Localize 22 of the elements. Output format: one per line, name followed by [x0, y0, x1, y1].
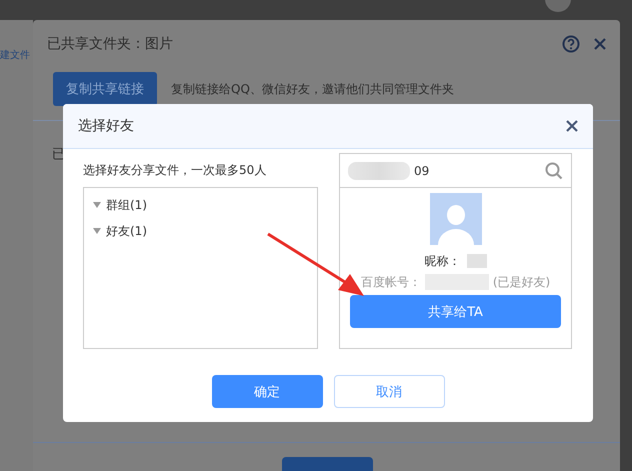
copy-link-button[interactable]: 复制共享链接 [53, 72, 157, 106]
search-field[interactable]: 09 [340, 154, 571, 188]
blurred-text [348, 162, 410, 180]
close-icon[interactable] [594, 38, 606, 50]
help-icon[interactable] [562, 35, 580, 53]
avatar-silhouette [430, 193, 482, 245]
friend-status: (已是好友) [492, 274, 550, 290]
tree-node[interactable]: 群组(1) [92, 192, 309, 218]
new-folder-link[interactable]: 建文件 [0, 48, 30, 62]
close-button[interactable] [566, 120, 578, 132]
blurred-text [466, 254, 486, 268]
search-icon[interactable] [545, 162, 563, 180]
dialog-title: 选择好友 [78, 117, 135, 135]
cancel-button[interactable]: 取消 [334, 375, 444, 408]
nickname-label: 昵称： [424, 252, 460, 270]
account-label: 百度帐号： [360, 274, 421, 290]
share-button[interactable]: 共享给TA [350, 295, 561, 328]
dialog-title: 已共享文件夹：图片 [47, 35, 174, 53]
description-text: 复制链接给QQ、微信好友，邀请他们共同管理文件夹 [171, 80, 454, 98]
confirm-button[interactable]: 确定 [212, 375, 322, 408]
tree-node[interactable]: 好友(1) [92, 218, 309, 244]
hint-text: 选择好友分享文件，一次最多50人 [83, 162, 268, 178]
